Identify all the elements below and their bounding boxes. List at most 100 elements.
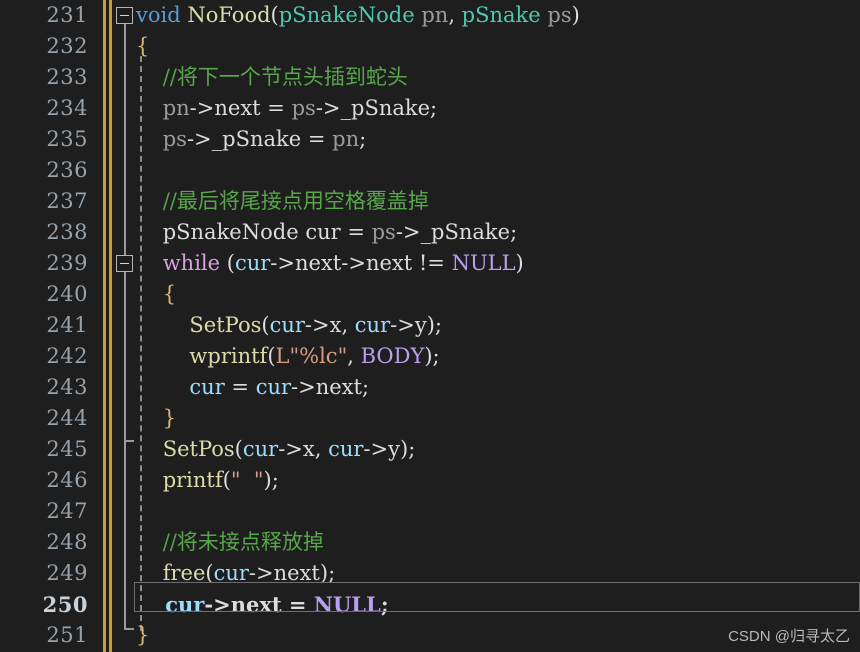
code-token: ; <box>430 96 438 120</box>
code-token: NULL <box>451 251 516 275</box>
code-token: ) <box>263 468 272 492</box>
code-line[interactable] <box>136 155 860 186</box>
code-token: ; <box>510 220 518 244</box>
line-number[interactable]: 246 <box>0 465 88 496</box>
code-token: ; <box>328 561 336 585</box>
code-line[interactable]: SetPos(cur->x, cur->y); <box>136 434 860 465</box>
code-token: ) <box>426 313 435 337</box>
line-number[interactable]: 237 <box>0 186 88 217</box>
code-token: void <box>136 3 181 27</box>
line-number[interactable]: 243 <box>0 372 88 403</box>
code-token: -> <box>395 220 421 244</box>
outlining-column <box>114 0 136 652</box>
line-number[interactable]: 250 <box>0 589 88 620</box>
code-token: ps <box>547 3 572 27</box>
code-line[interactable]: cur = cur->next; <box>136 372 860 403</box>
code-token: ) <box>319 561 329 585</box>
code-line[interactable]: //将未接点释放掉 <box>136 527 860 558</box>
line-number[interactable]: 241 <box>0 310 88 341</box>
line-number[interactable]: 238 <box>0 217 88 248</box>
code-token: NoFood <box>187 3 271 27</box>
code-token: //将未接点释放掉 <box>136 530 324 554</box>
code-token: cur <box>269 313 305 337</box>
code-token: ( <box>220 251 235 275</box>
line-number[interactable]: 239 <box>0 248 88 279</box>
code-token: ( <box>267 344 276 368</box>
code-line[interactable]: { <box>136 279 860 310</box>
code-token: pSnake <box>461 3 541 27</box>
line-number[interactable]: 248 <box>0 527 88 558</box>
code-token: ps <box>162 127 187 151</box>
code-token: ) <box>571 3 580 27</box>
collapse-button-239[interactable] <box>116 255 133 272</box>
line-number[interactable]: 234 <box>0 93 88 124</box>
code-token: pn <box>162 96 190 120</box>
code-token: BODY <box>360 344 425 368</box>
code-token: cur <box>328 437 364 461</box>
code-token: { <box>136 282 177 306</box>
code-text-area[interactable]: void NoFood(pSnakeNode pn, pSnake ps){ /… <box>136 0 860 652</box>
code-token: -> <box>270 251 295 275</box>
code-line[interactable]: free(cur->next); <box>136 558 860 589</box>
code-line[interactable]: } <box>136 403 860 434</box>
line-number[interactable]: 251 <box>0 620 88 651</box>
code-token: , <box>314 437 329 461</box>
code-token: , <box>448 3 462 27</box>
code-token: ) <box>515 251 524 275</box>
collapse-button-231[interactable] <box>116 7 133 24</box>
code-line[interactable]: { <box>136 31 860 62</box>
line-number[interactable]: 231 <box>0 0 88 31</box>
line-number[interactable]: 247 <box>0 496 88 527</box>
code-line[interactable]: pSnakeNode cur = ps->_pSnake; <box>136 217 860 248</box>
code-token: ; <box>359 127 367 151</box>
line-number[interactable]: 233 <box>0 62 88 93</box>
line-number[interactable]: 245 <box>0 434 88 465</box>
code-token: " " <box>230 468 264 492</box>
code-token: wprintf <box>189 344 268 368</box>
code-token: != <box>412 251 452 275</box>
code-token: = <box>340 220 372 244</box>
line-number[interactable]: 249 <box>0 558 88 589</box>
line-number[interactable]: 240 <box>0 279 88 310</box>
code-token: -> <box>341 251 366 275</box>
fold-line-outer <box>124 24 126 280</box>
fold-line-inner <box>124 272 126 440</box>
code-line[interactable]: //将下一个节点头插到蛇头 <box>136 62 860 93</box>
code-token: pn <box>332 127 360 151</box>
code-line[interactable]: cur->next = NULL; <box>136 589 860 620</box>
code-token: cur <box>234 251 271 275</box>
code-line[interactable] <box>136 496 860 527</box>
code-line[interactable]: void NoFood(pSnakeNode pn, pSnake ps) <box>136 0 860 31</box>
code-token: , <box>341 313 355 337</box>
fold-line-tail <box>124 440 126 630</box>
code-line[interactable]: SetPos(cur->x, cur->y); <box>136 310 860 341</box>
line-number[interactable]: 244 <box>0 403 88 434</box>
code-line[interactable]: ps->_pSnake = pn; <box>136 124 860 155</box>
code-line[interactable]: wprintf(L"%lc", BODY); <box>136 341 860 372</box>
code-line[interactable]: printf(" "); <box>136 465 860 496</box>
code-token: } <box>136 406 177 430</box>
code-token: _pSnake <box>420 220 511 244</box>
code-token: next <box>230 592 282 617</box>
code-token: -> <box>278 437 303 461</box>
code-token: _pSnake <box>340 96 431 120</box>
code-token: printf <box>162 468 223 492</box>
code-token: } <box>136 623 150 647</box>
code-line[interactable]: while (cur->next->next != NULL) <box>136 248 860 279</box>
code-token: next <box>315 375 362 399</box>
code-editor-viewport: 231 232 233 234 235 236 237 238 239 240 241 242 243 2… <box>0 0 860 652</box>
code-token: //将下一个节点头插到蛇头 <box>136 65 408 89</box>
code-line[interactable]: //最后将尾接点用空格覆盖掉 <box>136 186 860 217</box>
line-number[interactable]: 242 <box>0 341 88 372</box>
code-line[interactable]: pn->next = ps->_pSnake; <box>136 93 860 124</box>
line-number[interactable]: 235 <box>0 124 88 155</box>
line-number[interactable]: 232 <box>0 31 88 62</box>
code-token: SetPos <box>162 437 235 461</box>
line-number[interactable]: 236 <box>0 155 88 186</box>
